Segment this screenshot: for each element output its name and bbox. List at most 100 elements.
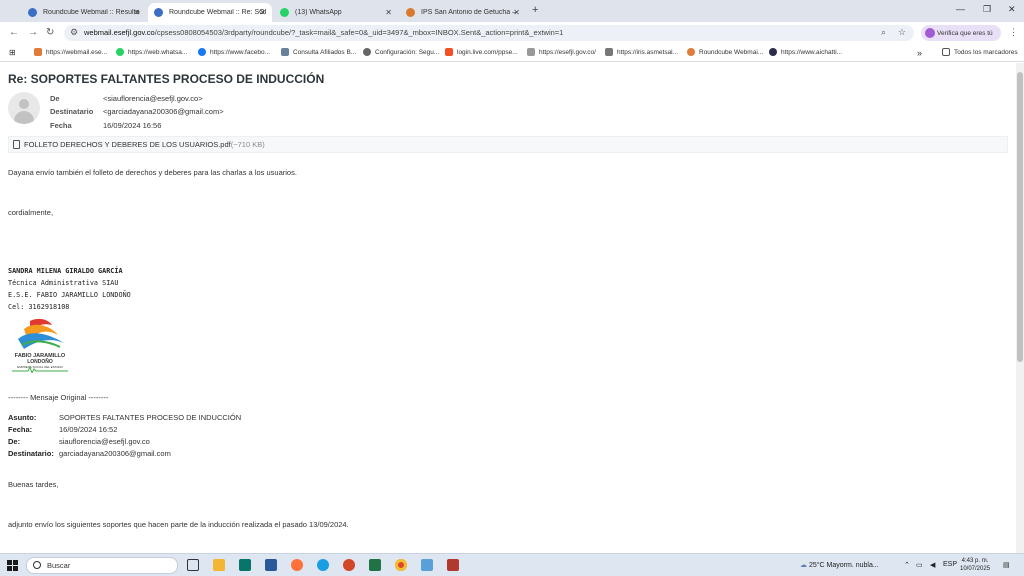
forward-value-date: 16/09/2024 16:52 xyxy=(59,425,118,434)
app-icon[interactable] xyxy=(447,559,459,571)
weather-widget[interactable]: ☁ 25°C Mayorm. nubla... xyxy=(800,561,879,569)
system-clock[interactable]: 4:43 p. m. 10/07/2025 xyxy=(960,557,990,573)
tab-strip: Roundcube Webmail :: Resultado ✕ Roundcu… xyxy=(0,0,1024,22)
folder-icon xyxy=(942,48,950,56)
close-icon[interactable]: ✕ xyxy=(133,8,140,17)
tab-ips[interactable]: IPS San Antonio de Getucha – ✕ xyxy=(400,3,526,22)
roundcube-icon xyxy=(28,8,37,17)
bookmark-icon xyxy=(769,48,777,56)
forward-button[interactable]: → xyxy=(28,27,38,38)
file-explorer-icon[interactable] xyxy=(213,559,225,571)
firefox-icon[interactable] xyxy=(291,559,303,571)
chrome-icon[interactable] xyxy=(395,559,407,571)
task-view-icon[interactable] xyxy=(187,559,199,571)
minimize-button[interactable]: — xyxy=(956,4,965,14)
scrollbar-thumb[interactable] xyxy=(1017,72,1023,362)
bookmark-item[interactable]: https://webmail.ese... xyxy=(34,48,107,56)
taskbar-search-input[interactable]: Buscar xyxy=(26,557,178,574)
forward-label-from: De: xyxy=(8,437,21,446)
tray-chevron-icon[interactable]: ⌃ xyxy=(904,561,910,569)
bookmark-item[interactable]: https://web.whatsa... xyxy=(116,48,187,56)
profile-label: Verifica que eres tú xyxy=(937,29,993,37)
sender-avatar xyxy=(8,92,40,124)
whatsapp-icon xyxy=(280,8,289,17)
header-value-from: <siauflorencia@esefjl.gov.co> xyxy=(103,94,203,103)
powerpoint-icon[interactable] xyxy=(343,559,355,571)
windows-start-icon[interactable] xyxy=(7,560,18,571)
close-icon[interactable]: ✕ xyxy=(259,8,266,17)
header-value-date: 16/09/2024 16:56 xyxy=(103,121,162,130)
tab-roundcube-results[interactable]: Roundcube Webmail :: Resultado ✕ xyxy=(22,3,146,22)
notification-icon[interactable]: ▤ xyxy=(1003,561,1010,569)
bookmark-item[interactable]: https://www.facebo... xyxy=(198,48,270,56)
tab-title: IPS San Antonio de Getucha – xyxy=(421,9,516,16)
forward-label-to: Destinatario: xyxy=(8,449,54,458)
bookmark-icon xyxy=(527,48,535,56)
more-bookmarks-icon[interactable]: » xyxy=(917,48,922,58)
apps-icon[interactable]: ⊞ xyxy=(9,48,16,57)
close-window-button[interactable]: ✕ xyxy=(1008,4,1016,15)
publisher-icon[interactable] xyxy=(239,559,251,571)
attachment-item[interactable]: FOLLETO DERECHOS Y DEBERES DE LOS USUARI… xyxy=(8,136,1008,153)
search-placeholder: Buscar xyxy=(47,561,71,570)
bookmark-icon xyxy=(116,48,124,56)
header-label-from: De xyxy=(50,94,60,103)
bookmark-item[interactable]: https://iris.asmetsal... xyxy=(605,48,678,56)
logo-text: EMPRESA SOCIAL DEL ESTADO xyxy=(17,365,63,369)
bookmark-star-icon[interactable]: ☆ xyxy=(898,27,906,38)
word-icon[interactable] xyxy=(265,559,277,571)
attachment-size: (~710 KB) xyxy=(230,140,265,149)
control-panel-icon[interactable] xyxy=(421,559,433,571)
bookmark-icon xyxy=(605,48,613,56)
tab-roundcube-active[interactable]: Roundcube Webmail :: Re: SOPORTES ✕ xyxy=(148,3,272,22)
tab-title: Roundcube Webmail :: Resultado xyxy=(43,9,140,16)
body-paragraph: adjunto envío los siguientes soportes qu… xyxy=(8,520,349,529)
body-paragraph: Dayana envío también el folleto de derec… xyxy=(8,168,297,177)
tab-title: (13) WhatsApp xyxy=(295,9,342,16)
bookmark-item[interactable]: https://esefjl.gov.co/ xyxy=(527,48,596,56)
zoom-icon[interactable]: ⌕ xyxy=(881,27,886,38)
logo-text: LONDOÑO xyxy=(27,358,53,365)
clock-time: 4:43 p. m. xyxy=(961,558,989,564)
new-tab-button[interactable]: + xyxy=(532,4,538,16)
bookmark-item[interactable]: https://www.aichatti... xyxy=(769,48,842,56)
weather-text: 25°C Mayorm. nubla... xyxy=(808,562,879,569)
bookmark-item[interactable]: Roundcube Webmai... xyxy=(687,48,763,56)
clock-date: 10/07/2025 xyxy=(960,566,991,572)
url-path: /cpsess0808054503/3rdparty/roundcube/?_t… xyxy=(154,28,564,37)
signature-title: Técnica Administrativa SIAU xyxy=(8,279,119,287)
site-icon xyxy=(406,8,415,17)
signature-name: SANDRA MILENA GIRALDO GARCÍA xyxy=(8,267,123,275)
tab-whatsapp[interactable]: (13) WhatsApp ✕ xyxy=(274,3,398,22)
close-icon[interactable]: ✕ xyxy=(513,8,520,17)
reload-button[interactable]: ↻ xyxy=(46,27,54,38)
email-subject: Re: SOPORTES FALTANTES PROCESO DE INDUCC… xyxy=(8,72,325,86)
bookmark-item[interactable]: Configuración: Segu... xyxy=(363,48,439,56)
closing-text: cordialmente, xyxy=(8,208,54,217)
header-value-to: <garciadayana200306@gmail.com> xyxy=(103,107,224,116)
bookmark-icon xyxy=(198,48,206,56)
url-host: webmail.esefjl.gov.co xyxy=(84,28,155,37)
all-bookmarks-folder[interactable]: Todos los marcadores xyxy=(942,48,1018,56)
roundcube-icon xyxy=(154,8,163,17)
edge-icon[interactable] xyxy=(317,559,329,571)
language-indicator[interactable]: ESP xyxy=(943,561,957,568)
bookmark-item[interactable]: Consulta Afiliados B... xyxy=(281,48,356,56)
excel-icon[interactable] xyxy=(369,559,381,571)
site-info-icon[interactable]: ⚙ xyxy=(70,27,78,38)
bookmark-icon xyxy=(34,48,42,56)
forward-value-from: siauflorencia@esefjl.gov.co xyxy=(59,437,150,446)
network-icon[interactable]: ▭ xyxy=(916,561,923,569)
maximize-button[interactable]: ❐ xyxy=(983,4,991,15)
close-icon[interactable]: ✕ xyxy=(385,8,392,17)
bookmark-item[interactable]: login.live.com/ppse... xyxy=(445,48,518,56)
header-label-to: Destinatario xyxy=(50,107,94,116)
greeting-text: Buenas tardes, xyxy=(8,480,59,489)
bookmark-icon xyxy=(281,48,289,56)
back-button[interactable]: ← xyxy=(9,27,19,38)
volume-icon[interactable]: ◀ xyxy=(930,561,935,569)
profile-button[interactable]: Verifica que eres tú xyxy=(921,25,1001,41)
signature-phone: Cel: 3162918108 xyxy=(8,303,70,311)
menu-icon[interactable]: ⋮ xyxy=(1009,27,1018,38)
url-text[interactable]: webmail.esefjl.gov.co/cpsess0808054503/3… xyxy=(84,28,563,37)
